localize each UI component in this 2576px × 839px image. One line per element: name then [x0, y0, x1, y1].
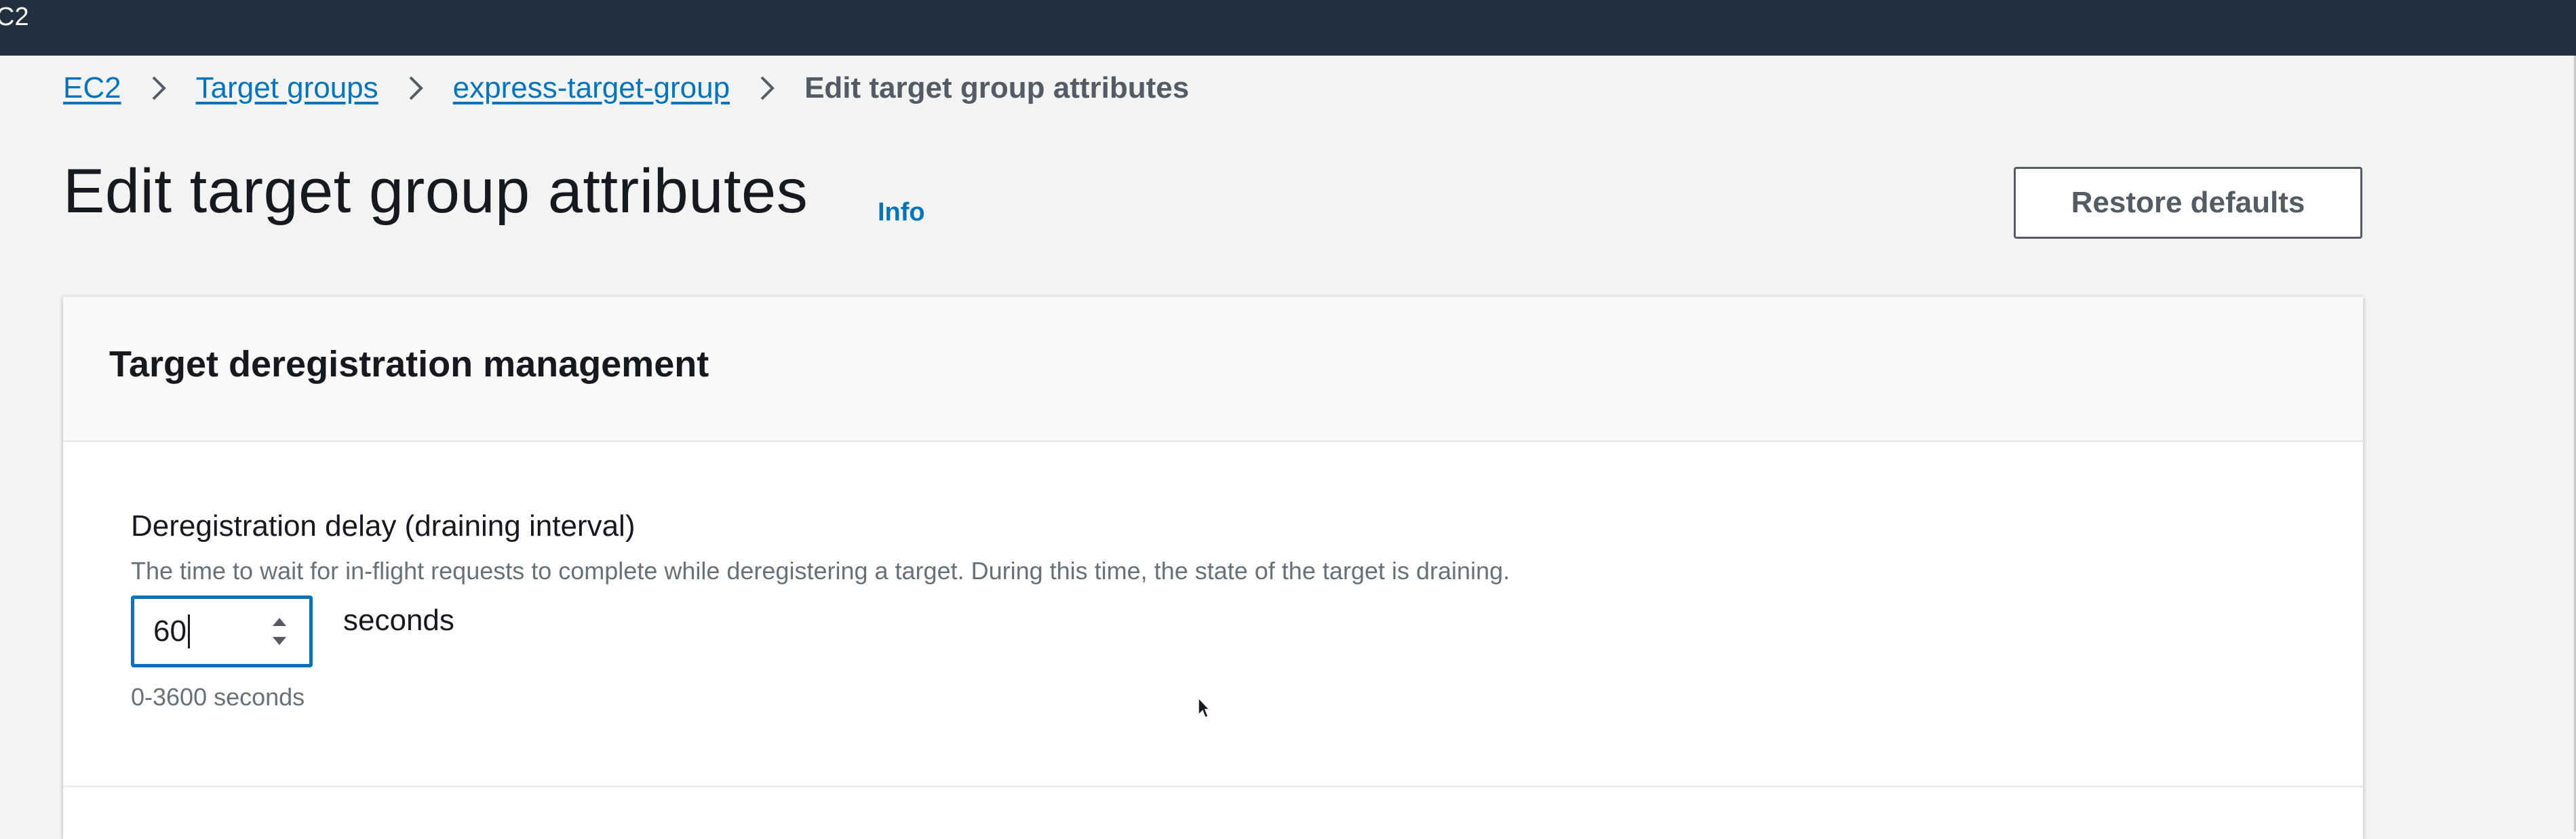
stepper-down-icon[interactable] [271, 636, 288, 646]
breadcrumb-current-page: Edit target group attributes [804, 71, 1190, 104]
info-link[interactable]: Info [878, 198, 925, 227]
deregistration-delay-value[interactable]: 60 [153, 614, 187, 648]
unit-label: seconds [343, 604, 454, 637]
panel-header: Target deregistration management [63, 297, 2363, 442]
constraint-text: 0-3600 seconds [131, 683, 305, 711]
breadcrumb-link-ec2[interactable]: EC2 [63, 71, 121, 105]
mouse-cursor-icon [1198, 697, 1210, 719]
chevron-right-icon [121, 75, 196, 101]
topbar-service-label[interactable]: C2 [0, 4, 29, 30]
deregistration-delay-description: The time to wait for in-flight requests … [131, 557, 1510, 585]
chevron-right-icon [730, 75, 804, 101]
deregistration-delay-input[interactable]: 60 [131, 596, 313, 667]
stepper-up-icon[interactable] [271, 617, 288, 627]
breadcrumb: EC2 Target groups express-target-group E… [63, 66, 1189, 110]
breadcrumb-link-express-target-group[interactable]: express-target-group [453, 71, 730, 105]
restore-defaults-button[interactable]: Restore defaults [2014, 167, 2362, 239]
top-navigation-bar: C2 [0, 0, 2576, 56]
deregistration-delay-label: Deregistration delay (draining interval) [131, 509, 636, 543]
panel-divider [63, 785, 2363, 787]
text-caret [187, 614, 190, 648]
target-deregistration-panel: Target deregistration management Deregis… [63, 296, 2363, 839]
number-stepper[interactable] [270, 617, 289, 646]
breadcrumb-link-target-groups[interactable]: Target groups [196, 71, 378, 105]
page-title: Edit target group attributes [63, 157, 808, 226]
chevron-right-icon [378, 75, 453, 101]
panel-title: Target deregistration management [109, 344, 709, 385]
